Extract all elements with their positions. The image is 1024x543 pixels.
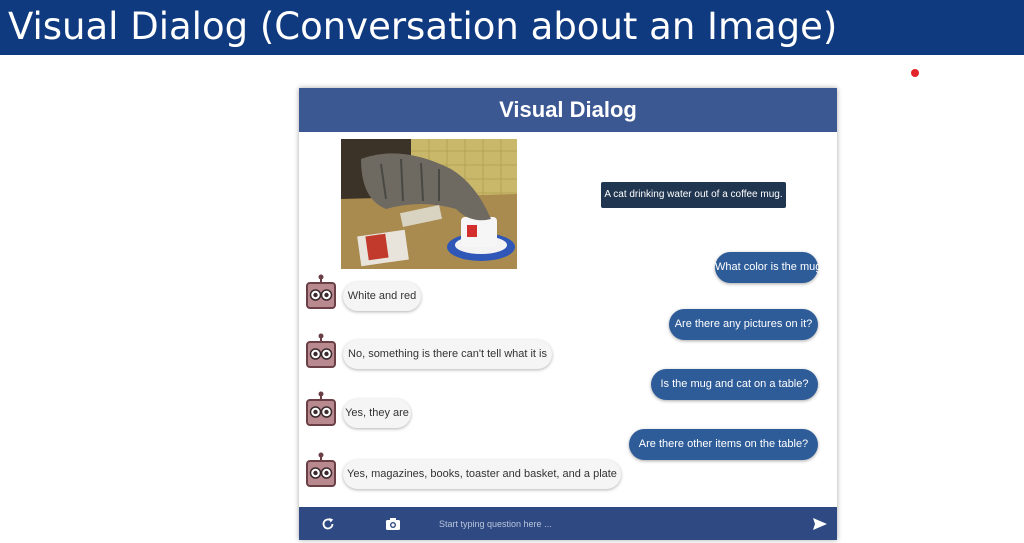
robot-avatar-icon — [305, 333, 337, 369]
answer-bubble-4: Yes, magazines, books, toaster and baske… — [343, 460, 621, 489]
question-bubble-1: What color is the mug? — [715, 252, 828, 283]
question-bubble-4: Are there other items on the table? — [629, 429, 818, 460]
laser-pointer-dot — [911, 69, 919, 77]
question-input[interactable] — [439, 515, 779, 532]
robot-avatar-icon — [305, 391, 337, 427]
slide-header: Visual Dialog (Conversation about an Ima… — [0, 0, 1024, 55]
camera-icon[interactable] — [382, 507, 404, 540]
slide-title: Visual Dialog (Conversation about an Ima… — [8, 5, 838, 48]
robot-avatar-icon — [305, 452, 337, 488]
visual-dialog-app: Visual Dialog A cat drinking water out o… — [299, 88, 837, 540]
question-bubble-2: Are there any pictures on it? — [669, 309, 818, 340]
robot-avatar-icon — [305, 274, 337, 310]
send-icon[interactable] — [809, 507, 831, 540]
answer-bubble-1: White and red — [343, 282, 421, 311]
image-caption: A cat drinking water out of a coffee mug… — [601, 182, 786, 208]
input-bar — [299, 507, 837, 540]
refresh-icon[interactable] — [318, 507, 338, 540]
cat-mug-photo — [341, 139, 517, 269]
question-bubble-3: Is the mug and cat on a table? — [651, 369, 818, 400]
answer-bubble-2: No, something is there can't tell what i… — [343, 340, 552, 369]
answer-bubble-3: Yes, they are — [343, 399, 411, 428]
app-title: Visual Dialog — [499, 97, 637, 122]
app-header: Visual Dialog — [299, 88, 837, 132]
